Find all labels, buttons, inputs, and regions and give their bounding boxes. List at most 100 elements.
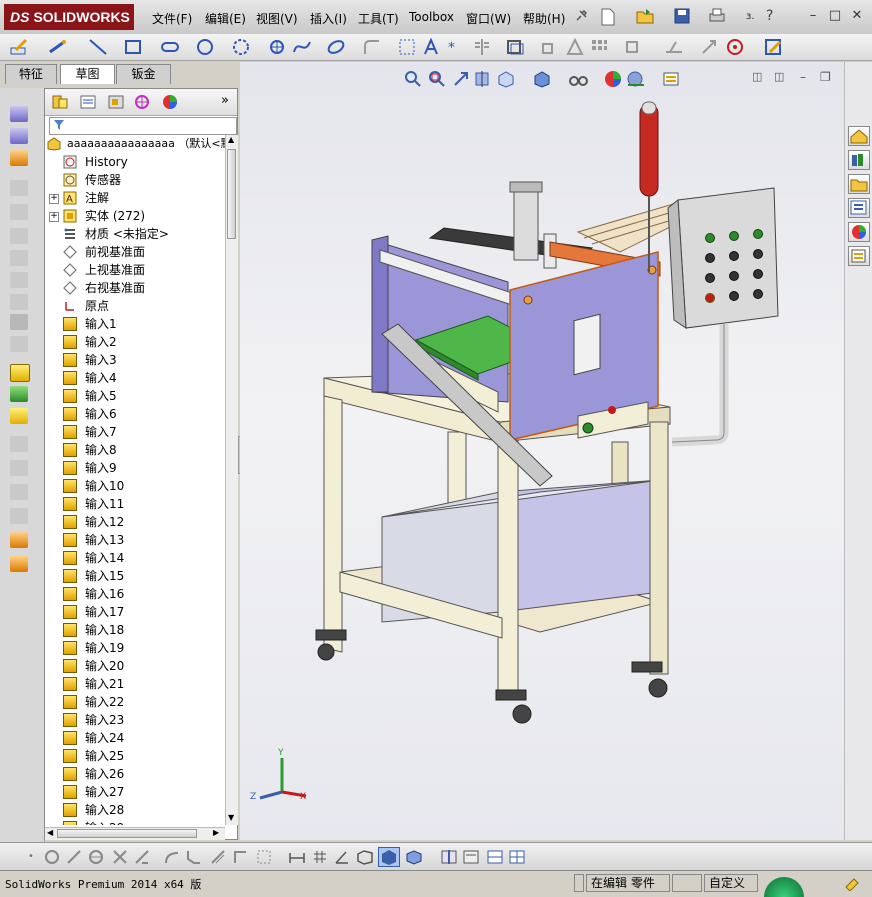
tree-part-item[interactable]: 输入25 xyxy=(45,747,225,765)
construction-geometry-icon[interactable] xyxy=(256,849,272,868)
quick-snaps-icon[interactable] xyxy=(726,38,746,59)
tree-item[interactable]: 原点 xyxy=(45,297,225,315)
expand-toggle-icon[interactable]: + xyxy=(49,194,59,204)
sketch-chamfer-icon[interactable] xyxy=(186,849,202,868)
boundary-cut-icon[interactable] xyxy=(10,294,28,310)
hole-wizard-icon[interactable] xyxy=(10,204,28,220)
menu-help[interactable]: 帮助(H) xyxy=(523,10,565,27)
print-icon[interactable] xyxy=(708,8,726,27)
graphics-area[interactable]: ◫ ◫ – ❐ ✕ xyxy=(240,62,844,840)
convert-entities-icon[interactable] xyxy=(540,38,560,59)
tree-item[interactable]: 右视基准面 xyxy=(45,279,225,297)
tree-part-item[interactable]: 输入15 xyxy=(45,567,225,585)
minimize-button[interactable]: – xyxy=(804,8,822,24)
tree-part-item[interactable]: 输入28 xyxy=(45,801,225,819)
expand-toggle-icon[interactable]: + xyxy=(49,212,59,222)
circle-icon[interactable] xyxy=(196,38,216,59)
tree-item[interactable]: + 实体 (272) xyxy=(45,207,225,225)
tree-part-item[interactable]: 输入21 xyxy=(45,675,225,693)
relations-icon[interactable] xyxy=(664,38,684,59)
revolved-cut-icon[interactable] xyxy=(10,228,28,244)
tree-part-item[interactable]: 输入14 xyxy=(45,549,225,567)
custom-properties-icon[interactable] xyxy=(848,246,870,266)
sketch-corner-icon[interactable] xyxy=(232,849,248,868)
solidworks-resources-icon[interactable] xyxy=(848,126,870,146)
tree-part-item[interactable]: 输入3 xyxy=(45,351,225,369)
intersect-icon[interactable] xyxy=(10,508,28,524)
feature-manager-tab-icon[interactable] xyxy=(51,94,69,113)
lofted-cut-icon[interactable] xyxy=(10,272,28,288)
machine-model[interactable] xyxy=(240,62,844,840)
expand-panel-icon[interactable]: » xyxy=(221,93,229,108)
design-library-icon[interactable] xyxy=(848,150,870,170)
menu-edit[interactable]: 编辑(E) xyxy=(205,10,246,27)
combine-icon[interactable] xyxy=(10,532,28,548)
tree-part-item[interactable]: 输入2 xyxy=(45,333,225,351)
performance-gauge-icon[interactable] xyxy=(764,877,804,897)
grid-icon[interactable] xyxy=(398,38,416,59)
angle-icon[interactable] xyxy=(334,849,350,868)
solidworks-logo[interactable]: DS SOLIDWORKS xyxy=(4,4,134,30)
tree-item[interactable]: History xyxy=(45,153,225,171)
center-rectangle-icon[interactable] xyxy=(44,849,60,868)
tab-sketch[interactable]: 草图 xyxy=(60,64,115,84)
view-palette-icon[interactable] xyxy=(848,198,870,218)
linear-pattern-icon[interactable] xyxy=(590,38,608,59)
menu-insert[interactable]: 插入(I) xyxy=(310,10,347,27)
sketch-fillet-icon[interactable] xyxy=(210,849,226,868)
display-manager-tab-icon[interactable] xyxy=(161,94,179,113)
menu-toolbox[interactable]: Toolbox xyxy=(409,10,454,24)
scroll-down-icon[interactable]: ▼ xyxy=(228,813,234,822)
menu-window[interactable]: 窗口(W) xyxy=(466,10,511,27)
dimension-line-icon[interactable] xyxy=(288,849,306,868)
tree-part-item[interactable]: 输入6 xyxy=(45,405,225,423)
tree-part-item[interactable]: 输入9 xyxy=(45,459,225,477)
tree-part-item[interactable]: 输入1 xyxy=(45,315,225,333)
reference-geometry-icon[interactable] xyxy=(10,436,28,452)
tree-part-item[interactable]: 输入26 xyxy=(45,765,225,783)
tree-part-item[interactable]: 输入8 xyxy=(45,441,225,459)
tree-root[interactable]: aaaaaaaaaaaaaaaa （默认<默 xyxy=(45,135,232,153)
tree-part-item[interactable]: 输入5 xyxy=(45,387,225,405)
close-button[interactable]: ✕ xyxy=(848,8,866,24)
tab-features[interactable]: 特征 xyxy=(5,64,57,84)
tree-part-item[interactable]: 输入16 xyxy=(45,585,225,603)
trim-icon[interactable] xyxy=(566,37,584,59)
rebuild-icon[interactable] xyxy=(844,875,862,894)
shaded-view-icon[interactable] xyxy=(378,847,400,867)
sketch-trim-icon[interactable] xyxy=(112,849,128,868)
tree-item[interactable]: 前视基准面 xyxy=(45,243,225,261)
tile-vertical-icon[interactable] xyxy=(508,849,526,868)
restore-button[interactable]: □ xyxy=(826,8,844,24)
tree-part-item[interactable]: 输入13 xyxy=(45,531,225,549)
tab-sheet-metal[interactable]: 钣金 xyxy=(116,64,171,84)
pin-icon[interactable] xyxy=(574,9,588,23)
tree-hscrollbar-thumb[interactable] xyxy=(57,829,197,838)
move-entities-icon[interactable] xyxy=(624,38,644,59)
tile-horizontal-icon[interactable] xyxy=(486,849,504,868)
sketch-icon[interactable] xyxy=(10,38,30,59)
menu-file[interactable]: 文件(F) xyxy=(152,10,192,27)
menu-view[interactable]: 视图(V) xyxy=(256,10,298,27)
wrap-icon[interactable] xyxy=(10,408,28,424)
revolved-boss-icon[interactable] xyxy=(10,128,28,144)
tree-item[interactable]: 材质 <未指定> xyxy=(45,225,225,243)
tree-item[interactable]: 传感器 xyxy=(45,171,225,189)
hidden-lines-icon[interactable] xyxy=(462,849,480,868)
fillet-icon[interactable] xyxy=(362,38,382,59)
mirror-icon[interactable] xyxy=(472,38,492,59)
split-icon[interactable] xyxy=(10,556,28,572)
menu-tools[interactable]: 工具(T) xyxy=(358,10,399,27)
tree-part-item[interactable]: 输入19 xyxy=(45,639,225,657)
sketch-offset-icon[interactable] xyxy=(164,849,180,868)
tree-part-item[interactable]: 输入12 xyxy=(45,513,225,531)
tree-part-item[interactable]: 输入4 xyxy=(45,369,225,387)
box-view-icon[interactable] xyxy=(356,849,374,868)
section-plane-icon[interactable] xyxy=(440,849,458,868)
tree-part-item[interactable]: 输入27 xyxy=(45,783,225,801)
tree-part-item[interactable]: 输入7 xyxy=(45,423,225,441)
dimxpert-tab-icon[interactable] xyxy=(133,94,151,113)
tree-item[interactable]: + A 注解 xyxy=(45,189,225,207)
tree-part-item[interactable]: 输入29 xyxy=(45,819,225,825)
offset-entities-icon[interactable] xyxy=(506,38,526,59)
